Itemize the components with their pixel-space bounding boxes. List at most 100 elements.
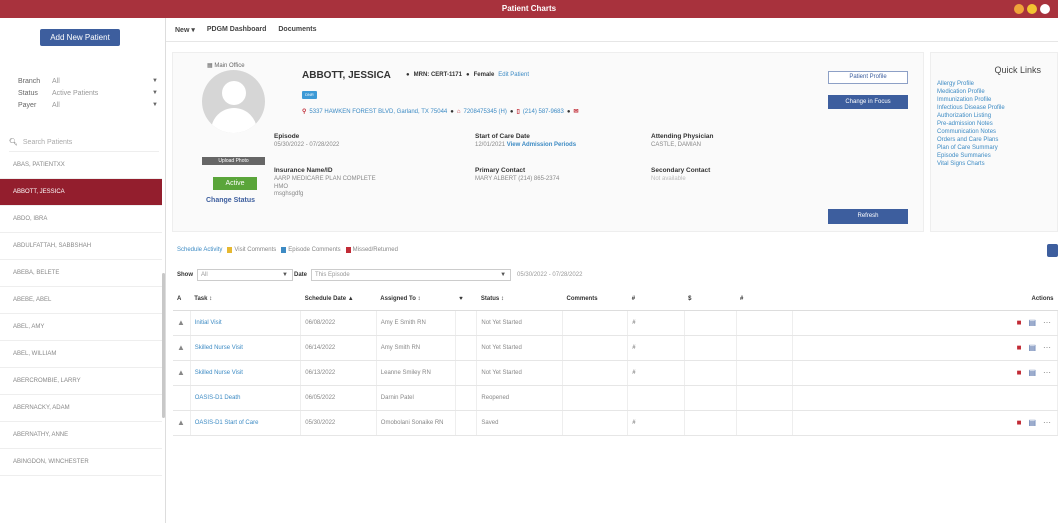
hash-icon: #: [627, 335, 685, 361]
patient-list-item[interactable]: ABEBE, ABEL: [0, 287, 162, 314]
quick-link[interactable]: Orders and Care Plans: [937, 136, 1005, 144]
col-status[interactable]: Status ↕: [476, 288, 563, 311]
alert-icon: ▲: [173, 310, 191, 336]
patient-list-item[interactable]: ABEBA, BELETE: [0, 260, 162, 287]
more-icon[interactable]: ⋯: [1043, 418, 1051, 427]
change-status-link[interactable]: Change Status: [206, 197, 255, 204]
patient-list-item[interactable]: ABEL, AMY: [0, 314, 162, 341]
patient-list-item[interactable]: ABAS, PATIENTXX: [0, 152, 162, 179]
print-icon[interactable]: ▤: [1028, 318, 1036, 327]
maximize-button[interactable]: [1027, 4, 1037, 14]
top-nav: New ▾ PDGM Dashboard Documents: [166, 18, 1058, 42]
quick-link[interactable]: Allergy Profile: [937, 80, 1005, 88]
email-icon: ✉: [573, 109, 579, 115]
hash-icon: #: [627, 310, 685, 336]
quick-link[interactable]: Pre-admission Notes: [937, 120, 1005, 128]
date-range: 05/30/2022 - 07/28/2022: [517, 272, 583, 278]
search-icon: 🔍︎: [9, 139, 18, 146]
quick-link[interactable]: Infectious Disease Profile: [937, 104, 1005, 112]
sidebar-scrollbar[interactable]: [162, 273, 165, 418]
status-filter[interactable]: Status Active Patients ▼: [18, 90, 158, 97]
office-name: Main Office: [214, 63, 245, 69]
col-task[interactable]: Task ↕: [190, 288, 301, 311]
print-icon[interactable]: ▤: [1028, 418, 1036, 427]
patient-list-item[interactable]: ABERNATHY, ANNE: [0, 422, 162, 449]
task-link[interactable]: OASIS-D1 Start of Care: [190, 410, 302, 436]
col-schedule-date[interactable]: Schedule Date ▲: [300, 288, 377, 311]
location-pin-icon: ⚲: [302, 109, 307, 115]
hash-icon: #: [627, 410, 685, 436]
patient-list-item[interactable]: ABINGDON, WINCHESTER: [0, 449, 162, 476]
show-select[interactable]: All ▼: [197, 269, 293, 281]
more-icon[interactable]: ⋯: [1043, 368, 1051, 377]
delete-icon[interactable]: ■: [1017, 418, 1022, 427]
mobile-icon: ▯: [516, 109, 520, 115]
payer-filter[interactable]: Payer All ▼: [18, 102, 158, 109]
upload-photo-bar[interactable]: Upload Photo: [202, 157, 265, 165]
task-link[interactable]: OASIS-D1 Death: [190, 385, 302, 411]
close-button[interactable]: [1040, 4, 1050, 14]
documents-link[interactable]: Documents: [278, 26, 316, 33]
minimize-button[interactable]: [1014, 4, 1024, 14]
primary-contact-field: Primary Contact MARY ALBERT (214) 865-23…: [475, 167, 560, 182]
contact-line: ⚲ 5337 HAWKEN FOREST BLVD, Garland, TX 7…: [302, 108, 579, 116]
alert-icon: ▲: [173, 335, 191, 361]
patient-list-item[interactable]: ABEL, WILLIAM: [0, 341, 162, 368]
dnr-tag: DNR: [302, 91, 317, 99]
building-icon: ▦: [207, 63, 213, 69]
quick-link[interactable]: Authorization Listing: [937, 112, 1005, 120]
patient-sidebar: Add New Patient Branch All ▼ Status Acti…: [0, 18, 166, 523]
task-link[interactable]: Initial Visit: [190, 310, 302, 336]
delete-icon[interactable]: ■: [1017, 318, 1022, 327]
col-assigned-to[interactable]: Assigned To ↕: [376, 288, 456, 311]
search-placeholder: Search Patients: [22, 139, 73, 146]
filter-label: Branch: [18, 78, 41, 85]
new-menu[interactable]: New ▾: [175, 26, 195, 34]
quick-link[interactable]: Communication Notes: [937, 128, 1005, 136]
patient-list-item[interactable]: ABERCROMBIE, LARRY: [0, 368, 162, 395]
table-row: ▲ Skilled Nurse Visit 06/14/2022 Amy Smi…: [173, 335, 1058, 361]
task-link[interactable]: Skilled Nurse Visit: [190, 335, 302, 361]
quick-link[interactable]: Vital Signs Charts: [937, 160, 1005, 168]
delete-icon[interactable]: ■: [1017, 368, 1022, 377]
date-select[interactable]: This Episode ▼: [311, 269, 512, 281]
quick-link[interactable]: Medication Profile: [937, 88, 1005, 96]
pdgm-dashboard-link[interactable]: PDGM Dashboard: [207, 26, 267, 33]
quick-links-title: Quick Links: [994, 65, 1041, 75]
office-label: ▦ Main Office: [207, 62, 245, 69]
patient-list-item[interactable]: ABDO, IBRA: [0, 206, 162, 233]
home-icon: ⌂: [456, 108, 461, 115]
table-row: ▲ Initial Visit 06/08/2022 Amy E Smith R…: [173, 310, 1058, 336]
task-link[interactable]: Skilled Nurse Visit: [190, 360, 302, 386]
quick-link[interactable]: Plan of Care Summary: [937, 144, 1005, 152]
patient-list-item[interactable]: ABDULFATTAH, SABBSHAH: [0, 233, 162, 260]
more-icon[interactable]: ⋯: [1043, 343, 1051, 352]
refresh-button[interactable]: Refresh: [828, 209, 908, 224]
change-in-focus-button[interactable]: Change in Focus: [828, 95, 908, 109]
patient-list-item-active[interactable]: ABBOTT, JESSICA: [0, 179, 162, 206]
patient-search-input[interactable]: 🔍︎ Search Patients: [9, 138, 159, 152]
schedule-activity-link[interactable]: Schedule Activity: [177, 247, 222, 253]
quick-link[interactable]: Episode Summaries: [937, 152, 1005, 160]
print-icon[interactable]: ▤: [1028, 368, 1036, 377]
delete-icon[interactable]: ■: [1017, 343, 1022, 352]
address-link[interactable]: 5337 HAWKEN FOREST BLVD, Garland, TX 750…: [309, 109, 447, 115]
patient-name: ABBOTT, JESSICA: [302, 70, 391, 81]
col-actions: Actions: [792, 288, 1058, 311]
patient-list-item[interactable]: ABERNACKY, ADAM: [0, 395, 162, 422]
col-dollar: $: [684, 288, 737, 311]
print-icon[interactable]: ▤: [1028, 343, 1036, 352]
branch-filter[interactable]: Branch All ▼: [18, 78, 158, 85]
more-icon[interactable]: ⋯: [1043, 318, 1051, 327]
patient-profile-button[interactable]: Patient Profile: [828, 71, 908, 84]
add-new-patient-button[interactable]: Add New Patient: [40, 29, 120, 46]
col-hash: #: [627, 288, 685, 311]
phone-home: 7208475345 (H): [463, 108, 507, 115]
export-icon[interactable]: [1047, 244, 1058, 257]
alert-icon: ▲: [173, 360, 191, 386]
secondary-contact-field: Secondary Contact Not available: [651, 167, 711, 182]
quick-link[interactable]: Immunization Profile: [937, 96, 1005, 104]
chevron-down-icon: ▼: [152, 78, 158, 84]
view-admission-periods-link[interactable]: View Admission Periods: [507, 142, 576, 148]
edit-patient-link[interactable]: Edit Patient: [498, 72, 529, 78]
